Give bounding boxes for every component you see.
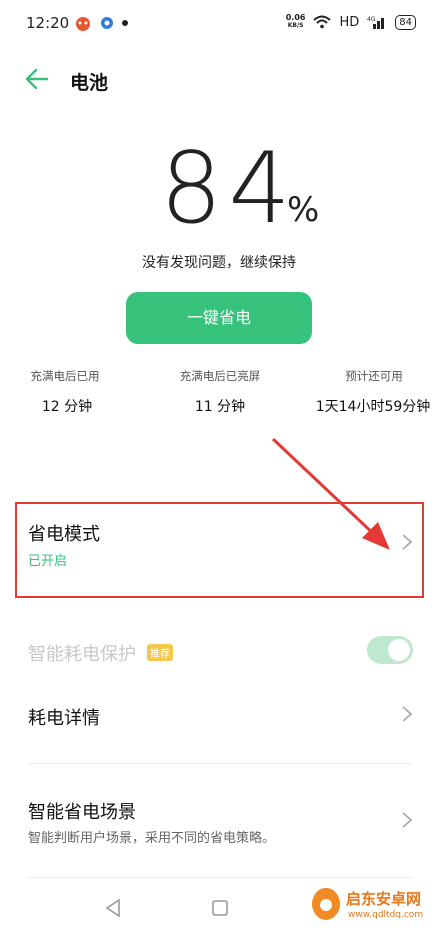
watermark: 启东安卓网 www.qdltdq.com <box>308 880 436 930</box>
smart-scene-row[interactable]: 智能省电场景 智能判断用户场景，采用不同的省电策略。 <box>14 776 426 866</box>
svg-text:4G: 4G <box>367 16 376 23</box>
back-arrow-icon[interactable] <box>24 64 52 94</box>
smart-scene-description: 智能判断用户场景，采用不同的省电策略。 <box>28 831 276 846</box>
stat-label-used: 充满电后已用 <box>30 369 100 383</box>
hd-label: HD <box>339 14 360 30</box>
app-notification-icon <box>76 17 90 31</box>
watermark-name: 启东安卓网 <box>346 890 422 908</box>
stat-value-remaining: 1天14小时59分钟 <box>315 399 431 415</box>
stat-value-used: 12 分钟 <box>41 399 93 415</box>
usage-details-title: 耗电详情 <box>28 708 100 729</box>
battery-indicator: 84 <box>395 14 416 30</box>
highlight-box <box>15 502 424 598</box>
status-right: 0.06 KB/S HD 4G 84 <box>286 14 416 30</box>
nav-home-icon[interactable] <box>211 899 229 917</box>
status-bar: 12:20 0.06 KB/S HD 4G 84 <box>0 0 438 50</box>
divider <box>28 763 412 764</box>
net-speed: 0.06 KB/S <box>285 13 306 30</box>
toggle-knob <box>388 639 410 661</box>
usage-details-row[interactable]: 耗电详情 <box>14 680 426 750</box>
app-notification-icon-2 <box>101 17 113 29</box>
status-time: 12:20 <box>26 14 70 32</box>
stat-label-remaining: 预计还可用 <box>345 369 403 383</box>
more-notifications-dot <box>122 20 128 26</box>
chevron-right-icon <box>402 706 413 722</box>
recommended-badge: 推荐 <box>147 644 173 661</box>
watermark-url: www.qdltdq.com <box>348 910 424 920</box>
smart-scene-title: 智能省电场景 <box>28 802 136 823</box>
one-tap-power-save-button[interactable]: 一键省电 <box>126 292 312 344</box>
watermark-logo-icon <box>312 888 340 920</box>
wifi-icon <box>313 15 332 29</box>
stat-value-screen-on: 11 分钟 <box>194 399 246 415</box>
percent-sign: % <box>287 190 320 230</box>
nav-back-icon[interactable] <box>104 898 122 918</box>
chevron-right-icon <box>402 812 413 828</box>
battery-status-message: 没有发现问题，继续保持 <box>142 255 296 271</box>
smart-protection-toggle[interactable] <box>367 636 413 664</box>
page-title: 电池 <box>70 72 109 94</box>
notification-icons <box>74 15 128 31</box>
battery-percent: 84 <box>160 132 297 246</box>
signal-icon: 4G <box>367 16 385 29</box>
smart-protection-title: 智能耗电保护 <box>28 644 136 665</box>
stat-label-screen-on: 充满电后已亮屏 <box>179 369 261 383</box>
divider <box>28 877 412 878</box>
